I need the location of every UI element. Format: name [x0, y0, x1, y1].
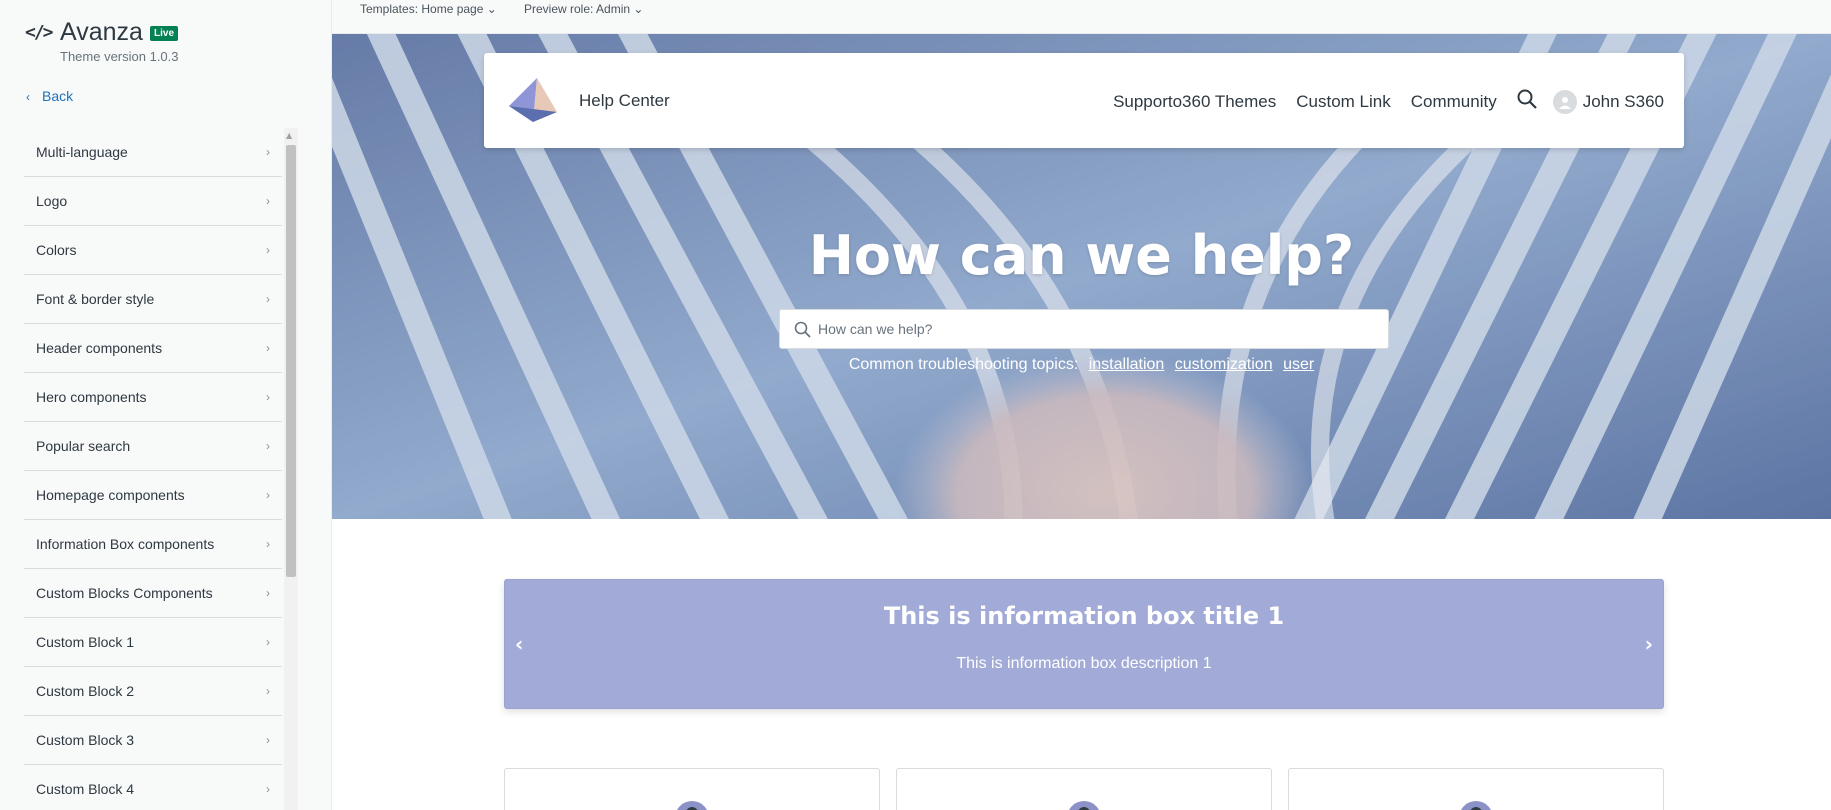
header-nav: Supporto360 Themes Custom Link Community…: [1093, 89, 1664, 114]
preview-role-label: Preview role: Admin: [524, 2, 631, 16]
menu-item-logo[interactable]: Logo ›: [24, 177, 282, 226]
theme-version: Theme version 1.0.3: [60, 49, 179, 64]
theme-settings-sidebar: </> Avanza Live Theme version 1.0.3 ‹ Bac…: [0, 0, 332, 810]
code-icon: </>: [25, 22, 53, 43]
user-avatar-icon[interactable]: [1552, 89, 1577, 114]
chevron-left-icon: ‹: [26, 90, 30, 104]
chevron-down-icon: ⌄: [633, 2, 644, 16]
preview-toolbar: Templates: Home page ⌄ Preview role: Adm…: [332, 0, 1831, 34]
menu-item-label: Information Box components: [36, 536, 215, 552]
templates-dropdown[interactable]: Templates: Home page ⌄: [360, 2, 497, 16]
common-topics: Common troubleshooting topics: installat…: [332, 356, 1831, 374]
menu-item-label: Custom Block 3: [36, 732, 135, 748]
chevron-right-icon: ›: [266, 733, 270, 747]
chevron-down-icon: ⌄: [486, 2, 497, 16]
category-card[interactable]: [504, 768, 880, 810]
menu-item-label: Custom Block 1: [36, 634, 135, 650]
templates-label: Templates: Home page: [360, 2, 484, 16]
live-badge: Live: [150, 26, 179, 41]
hero-title: How can we help?: [808, 224, 1355, 287]
chevron-right-icon: ›: [266, 341, 270, 355]
search-icon: [794, 321, 811, 342]
nav-link-custom[interactable]: Custom Link: [1296, 92, 1390, 112]
chevron-right-icon: ›: [266, 145, 270, 159]
theme-title: Avanza: [60, 18, 143, 46]
menu-item-label: Colors: [36, 242, 77, 258]
chevron-right-icon: ›: [266, 684, 270, 698]
card-icon: [1067, 801, 1101, 810]
menu-item-label: Logo: [36, 193, 68, 209]
logo-icon[interactable]: [509, 78, 559, 122]
info-box-title: This is information box title 1: [883, 602, 1285, 630]
menu-item-hero-components[interactable]: Hero components ›: [24, 373, 282, 422]
nav-link-community[interactable]: Community: [1411, 92, 1497, 112]
card-icon: [1459, 801, 1493, 810]
menu-item-label: Font & border style: [36, 291, 155, 307]
menu-item-header-components[interactable]: Header components ›: [24, 324, 282, 373]
carousel-prev-icon[interactable]: ‹: [515, 632, 523, 656]
menu-item-custom-block-1[interactable]: Custom Block 1 ›: [24, 618, 282, 667]
search-icon[interactable]: [1517, 89, 1537, 114]
nav-link-themes[interactable]: Supporto360 Themes: [1113, 92, 1276, 112]
card-icon: [675, 801, 709, 810]
help-center-title[interactable]: Help Center: [579, 91, 670, 111]
topics-label: Common troubleshooting topics:: [848, 356, 1079, 373]
information-box-carousel: ‹ This is information box title 1 This i…: [504, 579, 1664, 709]
sidebar-scroll-thumb[interactable]: [286, 145, 296, 577]
chevron-right-icon: ›: [266, 782, 270, 796]
menu-item-custom-block-2[interactable]: Custom Block 2 ›: [24, 667, 282, 716]
menu-item-label: Custom Block 4: [36, 781, 135, 797]
chevron-right-icon: ›: [266, 439, 270, 453]
help-center-header: Help Center Supporto360 Themes Custom Li…: [484, 53, 1684, 148]
menu-item-label: Multi-language: [36, 144, 128, 160]
menu-item-label: Header components: [36, 340, 163, 356]
hero-search-input[interactable]: [818, 310, 1378, 348]
menu-item-label: Hero components: [36, 389, 147, 405]
back-label: Back: [42, 88, 74, 104]
category-card[interactable]: [896, 768, 1272, 810]
menu-item-label: Popular search: [36, 438, 131, 454]
chevron-right-icon: ›: [266, 243, 270, 257]
chevron-right-icon: ›: [266, 292, 270, 306]
menu-item-homepage-components[interactable]: Homepage components ›: [24, 471, 282, 520]
menu-item-multi-language[interactable]: Multi-language ›: [24, 128, 282, 177]
chevron-right-icon: ›: [266, 488, 270, 502]
back-link[interactable]: ‹ Back: [26, 88, 73, 104]
topic-link-customization[interactable]: customization: [1175, 356, 1273, 373]
chevron-right-icon: ›: [266, 194, 270, 208]
chevron-right-icon: ›: [266, 586, 270, 600]
scroll-up-icon[interactable]: ▲: [286, 131, 292, 140]
topic-link-user[interactable]: user: [1283, 356, 1314, 373]
menu-item-label: Custom Block 2: [36, 683, 135, 699]
info-box-description: This is information box description 1: [956, 655, 1212, 672]
menu-item-label: Custom Blocks Components: [36, 585, 213, 601]
menu-item-information-box-components[interactable]: Information Box components ›: [24, 520, 282, 569]
menu-item-colors[interactable]: Colors ›: [24, 226, 282, 275]
category-card[interactable]: [1288, 768, 1664, 810]
hero-search-box[interactable]: [779, 309, 1389, 349]
menu-item-custom-block-3[interactable]: Custom Block 3 ›: [24, 716, 282, 765]
menu-item-custom-blocks-components[interactable]: Custom Blocks Components ›: [24, 569, 282, 618]
menu-item-label: Homepage components: [36, 487, 185, 503]
user-menu[interactable]: John S360: [1583, 92, 1664, 112]
menu-item-custom-block-4[interactable]: Custom Block 4 ›: [24, 765, 282, 810]
carousel-next-icon[interactable]: ›: [1645, 632, 1653, 656]
settings-menu: Multi-language › Logo › Colors › Font & bor…: [24, 128, 282, 810]
menu-item-font-border-style[interactable]: Font & border style ›: [24, 275, 282, 324]
chevron-right-icon: ›: [266, 635, 270, 649]
chevron-right-icon: ›: [266, 537, 270, 551]
menu-item-popular-search[interactable]: Popular search ›: [24, 422, 282, 471]
chevron-right-icon: ›: [266, 390, 270, 404]
preview-role-dropdown[interactable]: Preview role: Admin ⌄: [524, 2, 643, 16]
topic-link-installation[interactable]: installation: [1089, 356, 1165, 373]
